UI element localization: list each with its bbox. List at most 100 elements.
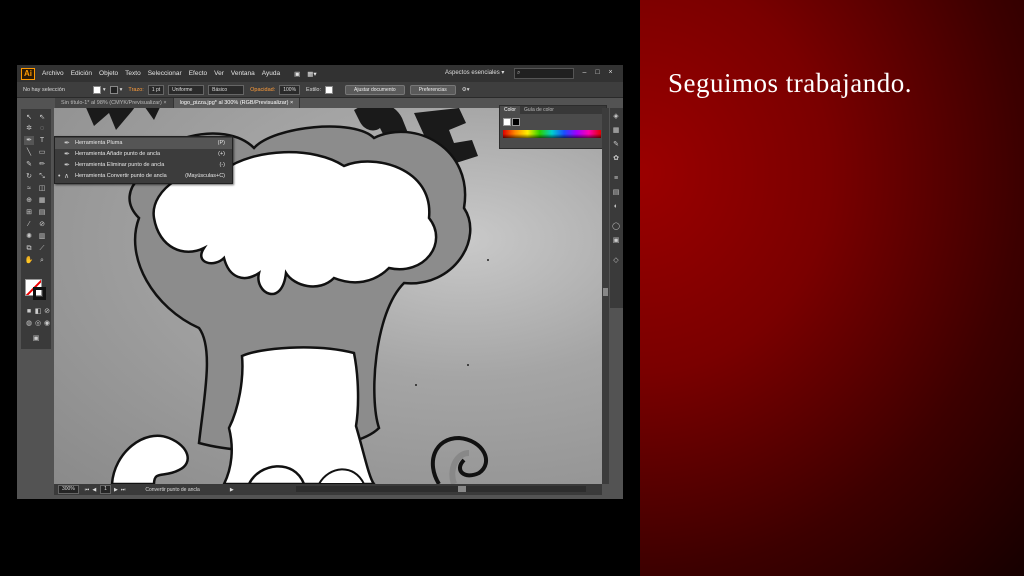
width-tool-icon[interactable]: ≈ [24, 184, 34, 193]
menu-seleccionar[interactable]: Seleccionar [148, 70, 182, 77]
last-artboard-icon[interactable]: ⏭ [121, 487, 126, 493]
zoom-field[interactable]: 300% [58, 485, 79, 494]
tab-color-guide[interactable]: Guía de color [520, 106, 558, 114]
stroke-weight-field[interactable]: 1 pt [147, 84, 165, 95]
maximize-button[interactable]: □ [593, 68, 602, 77]
none-mode-icon[interactable]: ⊘ [42, 307, 52, 316]
search-input[interactable]: ⌕ [514, 68, 574, 79]
mesh-tool-icon[interactable]: ⊞ [24, 208, 34, 217]
vertical-scroll-thumb[interactable] [603, 288, 608, 296]
dock-swatches-icon[interactable]: ▦ [611, 126, 621, 135]
line-tool-icon[interactable]: ╲ [24, 148, 34, 157]
menu-ver[interactable]: Ver [214, 70, 224, 77]
scale-tool-icon[interactable]: ⤡ [37, 172, 47, 181]
dock-gradient-icon[interactable]: ▤ [611, 188, 621, 197]
dock-artboards-icon[interactable]: ◇ [611, 256, 621, 265]
hand-tool-icon[interactable]: ✋ [24, 256, 34, 265]
close-button[interactable]: × [606, 68, 615, 77]
menu-ventana[interactable]: Ventana [231, 70, 255, 77]
document-setup-button[interactable]: Ajustar documento [345, 84, 405, 95]
stroke-dropdown-icon[interactable]: ▾ [120, 87, 123, 93]
perspective-grid-tool-icon[interactable]: ▦ [37, 196, 47, 205]
pen-tool-icon[interactable]: ✒ [24, 136, 34, 145]
brush-select[interactable]: Básico [208, 84, 245, 95]
rotate-tool-icon[interactable]: ↻ [24, 172, 34, 181]
magic-wand-tool-icon[interactable]: ✲ [24, 124, 34, 133]
slice-tool-icon[interactable]: ⟋ [37, 244, 47, 253]
eyedropper-tool-icon[interactable]: ⁄ [24, 220, 34, 229]
stroke-label[interactable]: Trazo: [128, 87, 143, 93]
screen-mode-icon[interactable]: ▣ [31, 334, 41, 343]
artboard-number-field[interactable]: 1 [100, 485, 111, 494]
graph-tool-icon[interactable]: ▥ [37, 232, 47, 241]
dock-symbols-icon[interactable]: ✿ [611, 154, 621, 163]
flyout-item-pen[interactable]: ✒ Herramienta Pluma (P) [55, 138, 232, 149]
stroke-color-swatch[interactable] [109, 85, 118, 94]
stroke-profile-select[interactable]: Uniforme [168, 84, 205, 95]
control-bar: No hay selección ▾ ▾ Trazo: 1 pt Uniform… [17, 82, 623, 98]
stroke-swatch[interactable] [33, 287, 46, 300]
next-artboard-icon[interactable]: ▶ [114, 487, 118, 493]
blend-tool-icon[interactable]: ⊘ [37, 220, 47, 229]
draw-inside-icon[interactable]: ◉ [42, 319, 52, 328]
menu-ayuda[interactable]: Ayuda [262, 70, 280, 77]
menu-archivo[interactable]: Archivo [42, 70, 64, 77]
paintbrush-tool-icon[interactable]: ✎ [24, 160, 34, 169]
vertical-scrollbar[interactable] [602, 108, 609, 484]
color-panel: Color Guía de color [499, 105, 607, 149]
dock-transparency-icon[interactable]: ◐ [611, 202, 621, 211]
type-tool-icon[interactable]: T [37, 136, 47, 145]
rectangle-tool-icon[interactable]: ▭ [37, 148, 47, 157]
style-swatch[interactable] [325, 85, 334, 94]
pencil-tool-icon[interactable]: ✏ [37, 160, 47, 169]
fill-color-swatch[interactable] [92, 85, 101, 94]
flyout-item-add-anchor[interactable]: ✒ Herramienta Añadir punto de ancla (+) [55, 149, 232, 160]
menu-texto[interactable]: Texto [125, 70, 141, 77]
workspace-select[interactable]: Aspectos esenciales ▾ [445, 69, 504, 76]
dock-brushes-icon[interactable]: ✎ [611, 140, 621, 149]
prev-artboard-icon[interactable]: ◀ [92, 487, 96, 493]
dock-graphic-styles-icon[interactable]: ▣ [611, 236, 621, 245]
color-spectrum[interactable] [503, 130, 601, 138]
symbol-sprayer-tool-icon[interactable]: ✺ [24, 232, 34, 241]
artboard-tool-icon[interactable]: ⧉ [24, 244, 34, 253]
search-icon: ⌕ [517, 70, 521, 76]
zoom-tool-icon[interactable]: ⌕ [37, 256, 47, 265]
status-menu-icon[interactable]: ▶ [230, 487, 234, 493]
pen-icon: ✒ [64, 140, 70, 147]
tab-untitled[interactable]: Sin título-1* al 98% (CMYK/Previsualizar… [55, 98, 174, 108]
direct-selection-tool-icon[interactable]: ⇖ [37, 113, 47, 122]
dock-stroke-icon[interactable]: ≡ [611, 174, 621, 183]
panel-stroke-swatch[interactable] [512, 118, 520, 126]
menu-efecto[interactable]: Efecto [189, 70, 207, 77]
lasso-tool-icon[interactable]: ◌ [37, 124, 47, 133]
preferences-button[interactable]: Preferencias [409, 84, 456, 95]
hat-body-white [222, 346, 376, 484]
flyout-item-delete-anchor[interactable]: ✒ Herramienta Eliminar punto de ancla (-… [55, 160, 232, 171]
minimize-button[interactable]: – [580, 68, 589, 77]
shape-builder-tool-icon[interactable]: ⊕ [24, 196, 34, 205]
panel-fill-swatch[interactable] [503, 118, 511, 126]
flyout-item-convert-anchor[interactable]: • ∧ Herramienta Convertir punto de ancla… [55, 171, 232, 182]
color-panel-tabs: Color Guía de color [500, 106, 606, 114]
arrange-documents-icon[interactable]: ▦▾ [307, 70, 316, 78]
tab-color[interactable]: Color [500, 106, 520, 114]
dock-appearance-icon[interactable]: ◯ [611, 222, 621, 231]
first-artboard-icon[interactable]: ⏮ [85, 487, 90, 493]
delete-anchor-icon: ✒ [64, 162, 70, 169]
free-transform-tool-icon[interactable]: ◫ [37, 184, 47, 193]
opacity-label[interactable]: Opacidad: [250, 87, 275, 93]
menu-objeto[interactable]: Objeto [99, 70, 118, 77]
menu-edicion[interactable]: Edición [71, 70, 92, 77]
selection-tool-icon[interactable]: ↖ [24, 113, 34, 122]
fill-dropdown-icon[interactable]: ▾ [103, 87, 106, 93]
arrange-icon[interactable]: ⚙▾ [462, 87, 470, 93]
opacity-field[interactable]: 100% [279, 84, 301, 95]
gradient-tool-icon[interactable]: ▤ [37, 208, 47, 217]
tab-logo-pizza[interactable]: logo_pizza.jpg* al 300% (RGB/Previsualiz… [173, 98, 301, 108]
horizontal-scroll-thumb[interactable] [458, 486, 466, 492]
horizontal-scrollbar[interactable] [296, 486, 586, 492]
illustrator-logo-icon: Ai [21, 67, 35, 80]
bridge-icon[interactable]: ▣ [294, 70, 300, 78]
dock-layers-icon[interactable]: ◈ [611, 112, 621, 121]
